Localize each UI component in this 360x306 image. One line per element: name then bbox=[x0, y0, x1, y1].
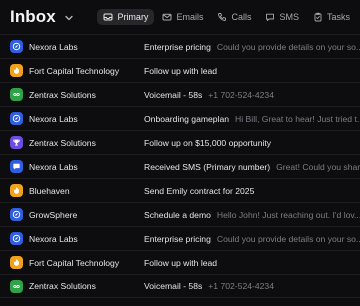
list-item[interactable]: Nexora Labs Enterprise pricing Could you p… bbox=[0, 34, 360, 58]
inbox-icon bbox=[103, 13, 113, 21]
company-name: Nexora Labs bbox=[29, 233, 78, 244]
company-name: Zentrax Solutions bbox=[29, 137, 96, 148]
list-item[interactable]: Nexora Labs Onboarding gameplan Hi Bill, G… bbox=[0, 106, 360, 130]
tab-sms[interactable]: SMS bbox=[259, 9, 305, 25]
tab-emails[interactable]: Emails bbox=[156, 9, 209, 25]
inbox-switcher[interactable]: Inbox bbox=[10, 7, 74, 27]
chevron-down-icon bbox=[65, 15, 73, 21]
message-list: Nexora Labs Enterprise pricing Could you p… bbox=[0, 34, 360, 298]
list-item[interactable]: Fort Capital Technology Follow up with le… bbox=[0, 250, 360, 274]
company-avatar bbox=[10, 64, 23, 77]
inbox-app: Inbox Primary Emails Calls SMS Tasks Nex… bbox=[0, 0, 360, 306]
phone-icon bbox=[218, 13, 227, 21]
list-item[interactable]: Bluehaven Send Emily contract for 2025 bbox=[0, 178, 360, 202]
company-avatar bbox=[10, 160, 23, 173]
company-avatar bbox=[10, 184, 23, 197]
message-preview: +1 702-524-4234 bbox=[208, 281, 274, 291]
company-avatar bbox=[10, 136, 23, 149]
list-item[interactable]: Nexora Labs Enterprise pricing Could you p… bbox=[0, 226, 360, 250]
infinity-icon bbox=[13, 284, 20, 288]
message-preview: Great! Could you shar... bbox=[276, 161, 360, 172]
message-preview: Could you provide details on your so... bbox=[216, 233, 360, 244]
chat-icon bbox=[13, 163, 20, 170]
message-subject: Schedule a demo bbox=[144, 209, 211, 220]
tab-label: Emails bbox=[176, 12, 204, 22]
company-avatar bbox=[10, 88, 23, 101]
company-avatar bbox=[10, 279, 23, 293]
clipboard-icon bbox=[314, 12, 322, 22]
tab-label: Calls bbox=[231, 12, 252, 22]
compass-icon bbox=[12, 234, 21, 243]
company-name: Zentrax Solutions bbox=[29, 89, 96, 100]
list-item[interactable]: GrowSphere Schedule a demo Hello John! Jus… bbox=[0, 202, 360, 226]
inbox-header: Inbox Primary Emails Calls SMS Tasks bbox=[0, 0, 360, 34]
flame-icon bbox=[13, 259, 20, 266]
message-subject: Follow up with lead bbox=[144, 65, 218, 76]
compass-icon bbox=[12, 210, 21, 219]
tab-calls[interactable]: Calls bbox=[211, 9, 257, 25]
message-subject: Enterprise pricing bbox=[144, 233, 211, 244]
flame-icon bbox=[13, 187, 20, 194]
compass-icon bbox=[12, 42, 21, 51]
message-subject: Voicemail - 58s bbox=[144, 89, 203, 100]
tab-label: SMS bbox=[279, 12, 299, 22]
company-name: Nexora Labs bbox=[29, 113, 78, 124]
message-subject: Onboarding gameplan bbox=[144, 113, 230, 124]
company-name: Fort Capital Technology bbox=[29, 65, 120, 76]
flame-icon bbox=[13, 67, 20, 74]
tab-tasks[interactable]: Tasks bbox=[307, 9, 356, 25]
trophy-icon bbox=[13, 139, 20, 146]
message-subject: Follow up on $15,000 opportunity bbox=[144, 137, 272, 148]
company-avatar bbox=[10, 112, 23, 125]
list-item[interactable]: Nexora Labs Received SMS (Primary number)… bbox=[0, 154, 360, 178]
message-preview: Hello John! Just reaching out. I'd lov..… bbox=[216, 209, 360, 220]
list-item[interactable]: Zentrax Solutions Follow up on $15,000 op… bbox=[0, 130, 360, 154]
company-name: GrowSphere bbox=[29, 209, 78, 220]
company-name: Fort Capital Technology bbox=[29, 257, 120, 268]
message-preview: Could you provide details on your so... bbox=[216, 41, 360, 52]
message-subject: Send Emily contract for 2025 bbox=[144, 185, 255, 196]
chat-icon bbox=[266, 13, 275, 21]
list-item[interactable]: Fort Capital Technology Follow up with le… bbox=[0, 58, 360, 82]
company-name: Zentrax Solutions bbox=[29, 281, 96, 291]
tab-primary[interactable]: Primary bbox=[97, 9, 155, 25]
company-name: Nexora Labs bbox=[29, 41, 78, 52]
filter-tabs: Primary Emails Calls SMS Tasks bbox=[97, 9, 360, 25]
company-avatar bbox=[10, 40, 23, 53]
mail-icon bbox=[162, 13, 172, 21]
compass-icon bbox=[12, 114, 21, 123]
tab-label: Tasks bbox=[326, 12, 350, 22]
company-avatar bbox=[10, 256, 23, 269]
message-subject: Enterprise pricing bbox=[144, 41, 211, 52]
page-title: Inbox bbox=[10, 7, 56, 26]
message-preview: +1 702-524-4234 bbox=[208, 89, 274, 100]
company-avatar bbox=[10, 232, 23, 245]
list-item[interactable]: Zentrax Solutions Voicemail - 58s +1 702-5… bbox=[0, 82, 360, 106]
message-subject: Received SMS (Primary number) bbox=[144, 161, 271, 172]
message-subject: Follow up with lead bbox=[144, 257, 218, 268]
message-subject: Voicemail - 58s bbox=[144, 281, 203, 291]
message-preview: Hi Bill, Great to hear! Just tried t... bbox=[235, 113, 360, 124]
company-name: Nexora Labs bbox=[29, 161, 78, 172]
company-avatar bbox=[10, 208, 23, 221]
infinity-icon bbox=[13, 92, 20, 97]
company-name: Bluehaven bbox=[29, 185, 70, 196]
list-item[interactable]: Zentrax Solutions Voicemail - 58s +1 702-5… bbox=[0, 274, 360, 298]
tab-label: Primary bbox=[117, 12, 149, 22]
